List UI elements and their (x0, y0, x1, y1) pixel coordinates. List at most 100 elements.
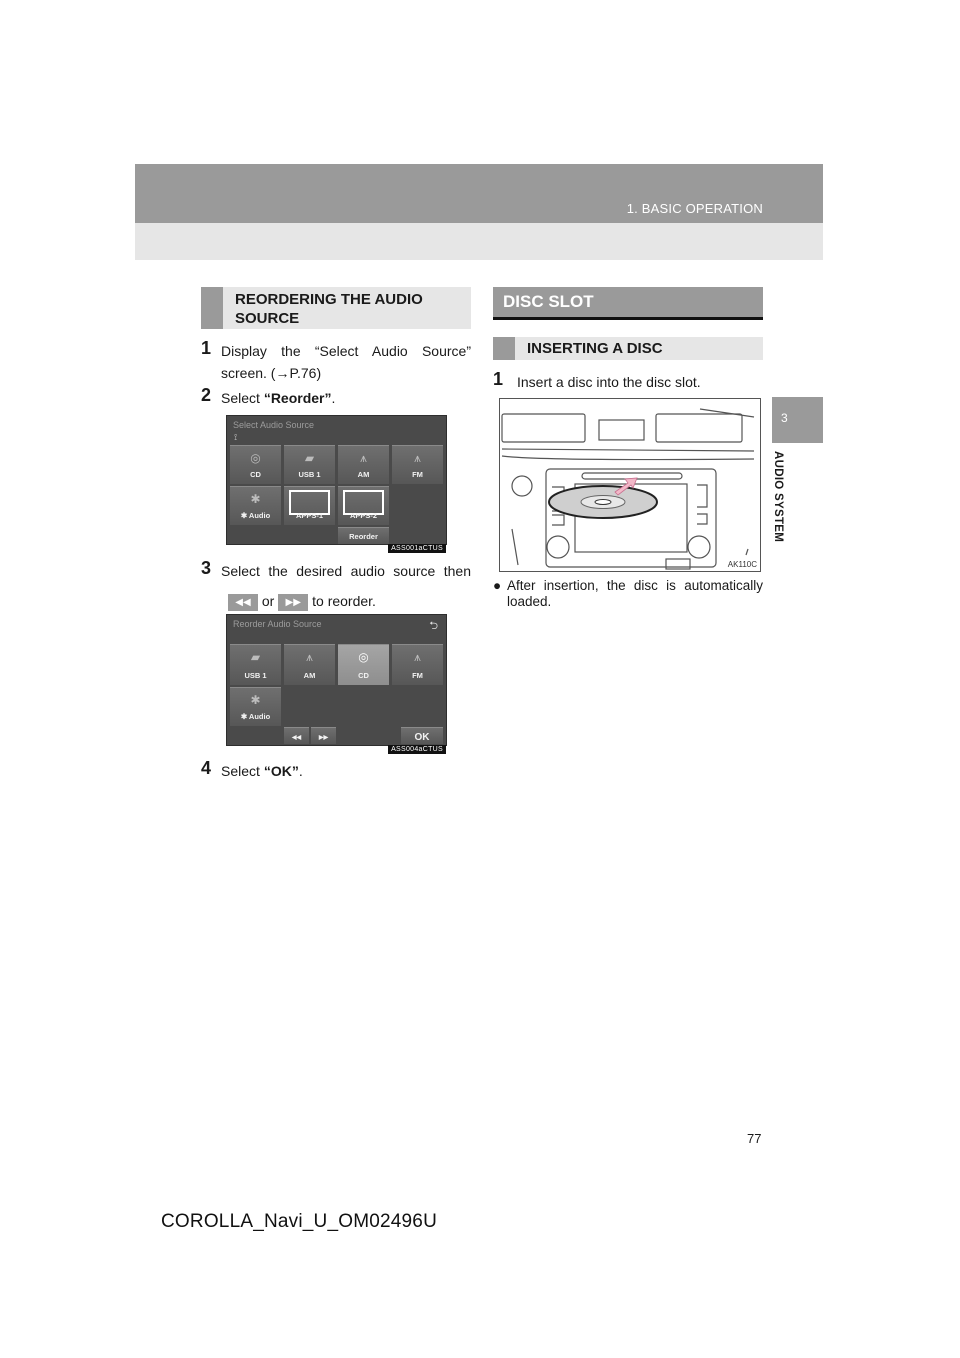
section-title: 1. BASIC OPERATION (626, 201, 763, 216)
page-number: 77 (747, 1131, 762, 1146)
inserting-disc-heading: INSERTING A DISC (493, 337, 763, 360)
heading-marker (201, 287, 223, 329)
disc-icon: ◎ (250, 451, 261, 465)
forward-icon: ▶▶ (318, 735, 329, 741)
tile-am[interactable]: ⩚ AM (284, 644, 335, 685)
rewind-icon: ◀◀ (291, 735, 302, 741)
tune-knob (687, 535, 711, 559)
step-text-line-2: to reorder. (312, 593, 376, 609)
step-text-line-1: Display the “Select Audio Source” (221, 343, 471, 359)
dash-line (699, 408, 755, 418)
reorder-button[interactable]: Reorder (338, 527, 389, 544)
tile-label: ✱ Audio (240, 511, 271, 520)
reorder-label: Reorder (349, 532, 378, 541)
tile-fm[interactable]: ⩚ FM (392, 445, 443, 484)
antenna-icon: ⩚ (306, 650, 313, 664)
chapter-tab: 3 (772, 397, 823, 443)
move-left-button[interactable]: ◀◀ (284, 727, 309, 744)
power-volume-knob (546, 535, 570, 559)
trim-line-2 (501, 455, 755, 461)
panel-line (511, 528, 519, 566)
disc-slot-title: DISC SLOT (503, 292, 594, 311)
ok-term: “OK” (263, 763, 299, 779)
tile-label: AM (357, 470, 370, 479)
screen-title: Reorder Audio Source (233, 619, 322, 629)
step-number: 3 (201, 558, 212, 578)
chapter-number: 3 (781, 411, 788, 425)
disc-icon: ◎ (358, 650, 369, 664)
dashboard-drawing (501, 408, 755, 570)
disc-icon (548, 485, 658, 519)
tile-usb1[interactable]: ▰ USB 1 (284, 445, 335, 484)
header-band: 1. BASIC OPERATION (135, 164, 823, 223)
vent-right (655, 413, 743, 443)
tile-label: USB 1 (298, 470, 321, 479)
step-text-end: . (331, 390, 336, 406)
tile-bt-audio[interactable]: ✱ ✱ Audio (230, 687, 281, 726)
signal-icon: ⟟ (234, 432, 238, 442)
tile-label: APPS-2 (349, 511, 378, 520)
tile-am[interactable]: ⩚ AM (338, 445, 389, 484)
step-text: Select (221, 390, 264, 406)
tile-label: ✱ Audio (240, 712, 271, 721)
tile-label: APPS-1 (295, 511, 324, 520)
tile-label: AM (303, 671, 316, 680)
disc-slot-illustration: AK110C (499, 398, 761, 572)
tile-label: CD (358, 671, 369, 680)
vent-center (598, 419, 645, 441)
tile-fm[interactable]: ⩚ FM (392, 644, 443, 685)
hazard-button (511, 475, 533, 497)
step-number: 4 (201, 758, 212, 778)
mark (745, 548, 749, 556)
antenna-icon: ⩚ (414, 451, 421, 465)
heading-line-2: SOURCE (235, 310, 300, 327)
step-text-line-2: screen. (→P.76) (221, 365, 322, 381)
select-audio-source-screenshot: Select Audio Source ⟟ ◎ CD ▰ USB 1 ⩚ AM … (226, 415, 447, 553)
tile-label: FM (412, 671, 423, 680)
forward-button-icon: ▶▶ (278, 593, 309, 611)
antenna-icon: ⩚ (360, 451, 367, 465)
usb-icon: ▰ (250, 650, 261, 664)
bluetooth-icon: ✱ (250, 693, 261, 707)
step-number: 1 (201, 338, 212, 358)
tile-label: USB 1 (244, 671, 267, 680)
step-number: 2 (201, 385, 212, 405)
bullet-icon: ● (493, 578, 502, 593)
step-text-end: . (298, 763, 303, 779)
move-right-button[interactable]: ▶▶ (311, 727, 336, 744)
vent-left (501, 413, 586, 443)
reorder-term: “Reorder” (263, 390, 332, 406)
screen-title: Select Audio Source (233, 420, 315, 430)
rewind-button-icon: ◀◀ (228, 593, 258, 611)
disc-slot-heading: DISC SLOT (493, 287, 763, 320)
heading-line-1: REORDERING THE AUDIO (235, 291, 423, 308)
trim-line-1 (501, 448, 755, 452)
step-text: Select (221, 763, 264, 779)
step-text: Insert a disc into the disc slot. (517, 374, 701, 390)
ok-label: OK (414, 732, 430, 743)
step-text-line-1: Select the desired audio source then (221, 563, 471, 579)
tile-apps-2[interactable]: APPS-2 (338, 486, 389, 525)
or-text: or (261, 593, 275, 609)
figure-code: AK110C (727, 560, 757, 569)
step-number: 1 (493, 369, 504, 389)
tile-apps-1[interactable]: APPS-1 (284, 486, 335, 525)
figure-code: ASS004aCTUS (388, 745, 446, 754)
note-text: After insertion, the disc is automatical… (507, 578, 763, 609)
tile-label: FM (412, 470, 423, 479)
tile-cd[interactable]: ◎ CD (230, 445, 281, 484)
heading-marker (493, 337, 515, 360)
subheading-text: INSERTING A DISC (527, 340, 663, 357)
antenna-icon: ⩚ (414, 650, 421, 664)
ok-button[interactable]: OK (401, 727, 443, 744)
reorder-audio-source-screenshot: Reorder Audio Source ⮌ ▰ USB 1 ⩚ AM ◎ CD… (226, 614, 447, 754)
bluetooth-icon: ✱ (250, 492, 261, 506)
tile-bt-audio[interactable]: ✱ ✱ Audio (230, 486, 281, 525)
header-subband (135, 223, 823, 260)
tile-label: CD (250, 470, 261, 479)
back-icon[interactable]: ⮌ (429, 617, 438, 636)
tile-usb1[interactable]: ▰ USB 1 (230, 644, 281, 685)
usb-icon: ▰ (304, 451, 315, 465)
tile-cd-selected[interactable]: ◎ CD (338, 644, 389, 685)
chapter-label: AUDIO SYSTEM (772, 451, 784, 543)
